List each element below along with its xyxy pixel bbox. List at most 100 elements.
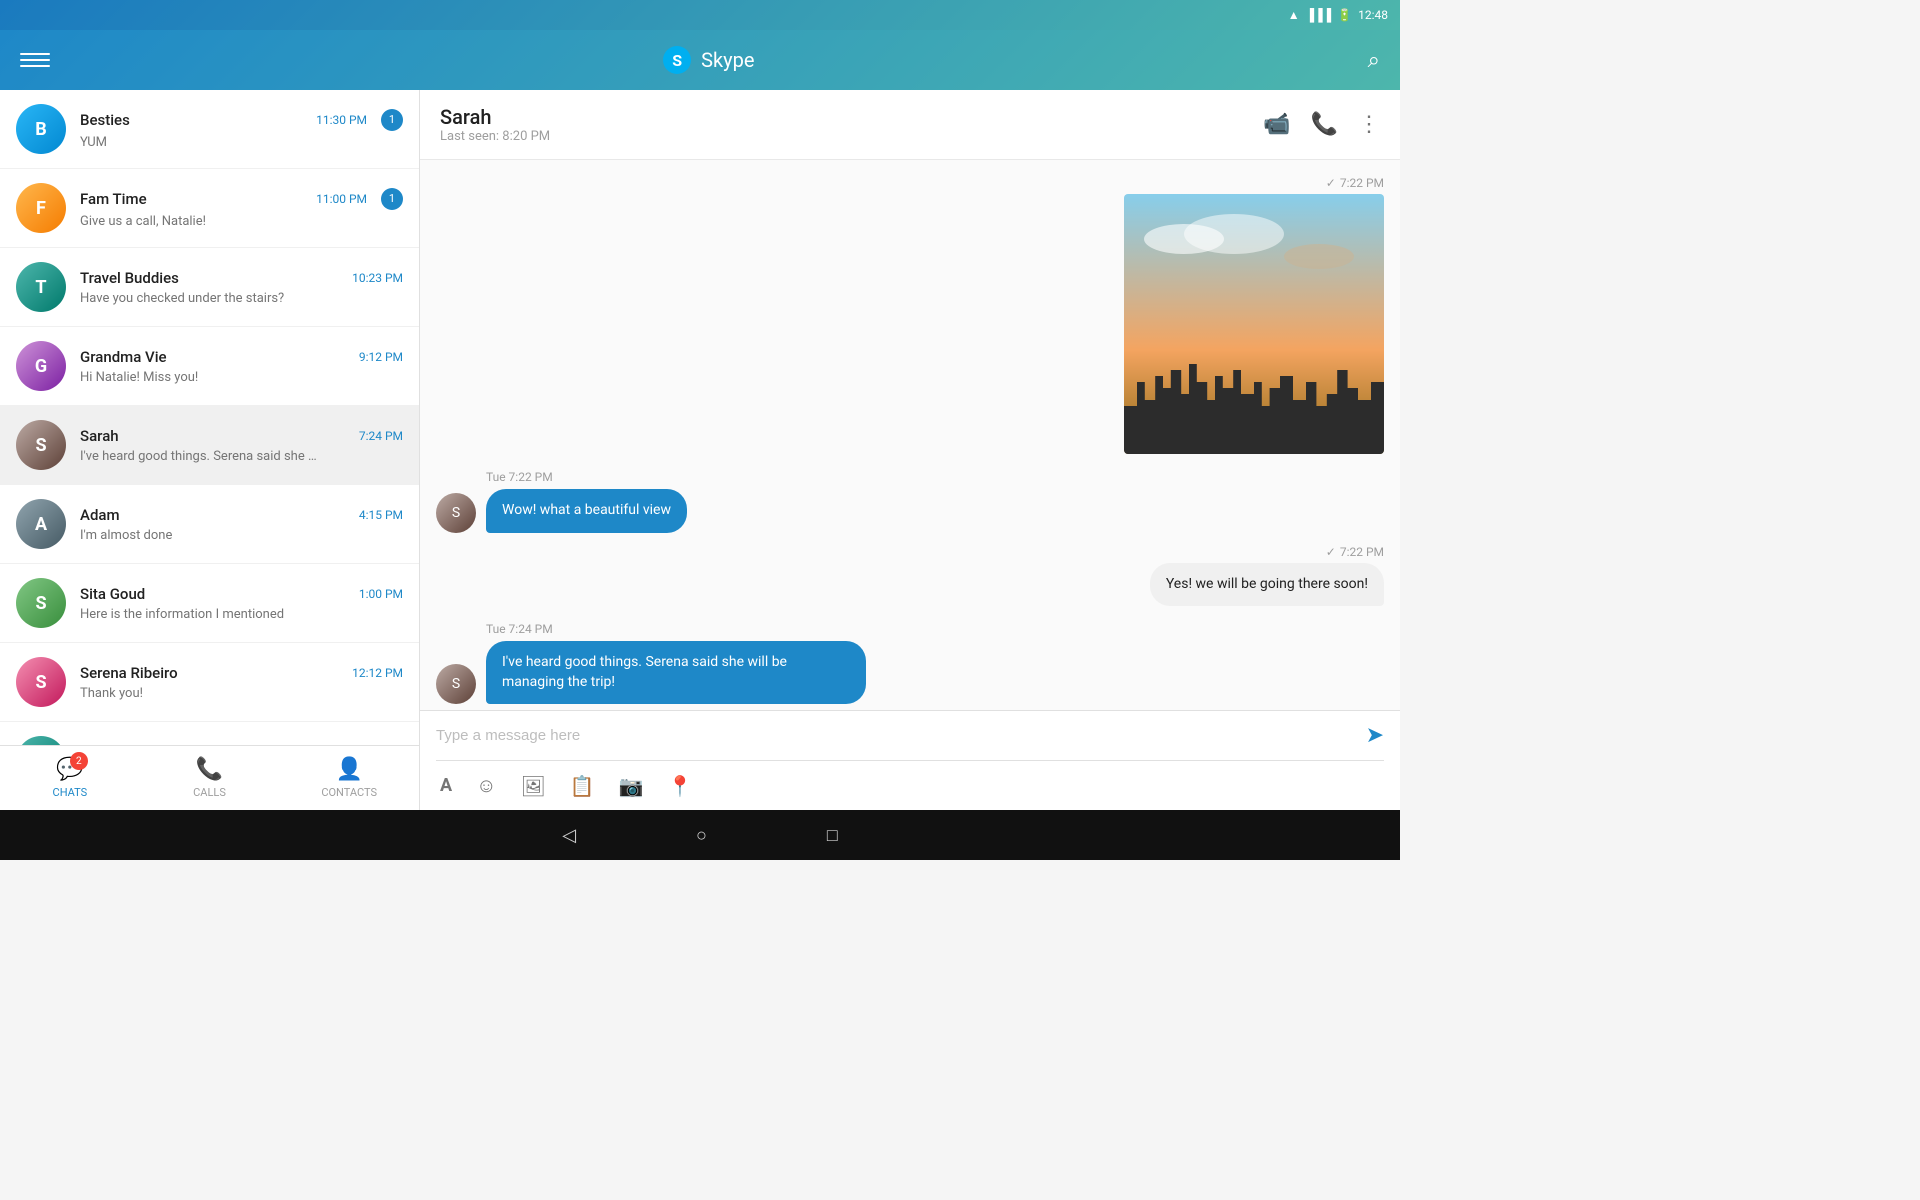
checkmark-icon-2: ✓ — [1326, 545, 1336, 559]
chat-time-fam-time: 11:00 PM — [316, 192, 367, 206]
message-input-area: ➤ A ☺ 🖼 📋 📷 📍 — [420, 710, 1400, 810]
search-button[interactable]: ⌕ — [1368, 48, 1380, 73]
chat-preview-serena-ribeiro: Thank you! — [80, 686, 320, 701]
android-home-button[interactable]: ○ — [696, 825, 707, 846]
chat-info-besties: Besties 11:30 PM 1 YUM — [80, 109, 403, 150]
android-recent-button[interactable]: □ — [827, 825, 838, 846]
chat-header: Sarah Last seen: 8:20 PM 📹 📞 ⋮ — [420, 90, 1400, 160]
more-options-button[interactable]: ⋮ — [1358, 112, 1380, 137]
chat-top-travel-buddies: Travel Buddies 10:23 PM — [80, 269, 403, 287]
time-display: 12:48 — [1358, 8, 1388, 22]
avatar-grandma-vie: G — [16, 341, 66, 391]
chat-name-travel-buddies: Travel Buddies — [80, 269, 179, 287]
contacts-icon: 👤 — [335, 757, 362, 782]
bubble-received-1: Wow! what a beautiful view — [486, 489, 687, 533]
chat-contact-info: Sarah Last seen: 8:20 PM — [440, 105, 550, 144]
camera-button[interactable]: 📷 — [619, 774, 644, 798]
image-message-sent: ✓ 7:22 PM — [436, 176, 1384, 454]
chat-item-grandma-vie[interactable]: G Grandma Vie 9:12 PM Hi Natalie! Miss y… — [0, 327, 419, 406]
msg3-timestamp: Tue 7:24 PM — [486, 622, 553, 636]
message-input-row: ➤ — [436, 723, 1384, 761]
status-icons: ▲ ▐▐▐ 🔋 12:48 — [1288, 8, 1388, 22]
chat-preview-grandma-vie: Hi Natalie! Miss you! — [80, 370, 320, 385]
avatar-fam-time: F — [16, 183, 66, 233]
menu-button[interactable] — [20, 53, 50, 67]
chat-name-sarah: Sarah — [80, 427, 119, 445]
chat-preview-fam-time: Give us a call, Natalie! — [80, 214, 320, 229]
chat-top-serena-ribeiro: Serena Ribeiro 12:12 PM — [80, 664, 403, 682]
location-button[interactable]: 📍 — [668, 774, 693, 798]
chats-label: CHATS — [53, 786, 88, 799]
attach-button[interactable]: 📋 — [570, 774, 595, 798]
battery-icon: 🔋 — [1337, 8, 1352, 22]
chat-item-serena-ribeiro[interactable]: S Serena Ribeiro 12:12 PM Thank you! — [0, 643, 419, 722]
image-timestamp: 7:22 PM — [1340, 176, 1384, 190]
sent-meta-image: ✓ 7:22 PM — [1124, 176, 1384, 190]
emoji-button[interactable]: ☺ — [476, 773, 496, 798]
city-photo[interactable] — [1124, 194, 1384, 454]
chat-info-fam-time: Fam Time 11:00 PM 1 Give us a call, Nata… — [80, 188, 403, 229]
chat-header-actions: 📹 📞 ⋮ — [1263, 112, 1380, 137]
msg2-text: Yes! we will be going there soon! — [1166, 576, 1368, 592]
signal-icon: ▐▐▐ — [1306, 8, 1332, 22]
unread-badge-fam-time: 1 — [381, 188, 403, 210]
chat-top-besties: Besties 11:30 PM 1 — [80, 109, 403, 131]
bubble-received-2: I've heard good things. Serena said she … — [486, 641, 866, 704]
android-back-button[interactable]: ◁ — [562, 825, 576, 846]
chat-info-grandma-vie: Grandma Vie 9:12 PM Hi Natalie! Miss you… — [80, 348, 403, 385]
chat-info-adam: Adam 4:15 PM I'm almost done — [80, 506, 403, 543]
chat-item-sita-goud[interactable]: S Sita Goud 1:00 PM Here is the informat… — [0, 564, 419, 643]
chat-info-sarah: Sarah 7:24 PM I've heard good things. Se… — [80, 427, 403, 464]
last-seen: Last seen: 8:20 PM — [440, 129, 550, 144]
chat-item-adam[interactable]: A Adam 4:15 PM I'm almost done — [0, 485, 419, 564]
msg1-text: Wow! what a beautiful view — [502, 502, 671, 518]
font-button[interactable]: A — [440, 775, 452, 796]
nav-chats[interactable]: 2 💬 CHATS — [0, 746, 140, 810]
sarah-avatar-1: S — [436, 493, 476, 533]
chat-top-sarah: Sarah 7:24 PM — [80, 427, 403, 445]
message-row-received-1: S Wow! what a beautiful view — [436, 489, 1384, 533]
unread-badge-besties: 1 — [381, 109, 403, 131]
nav-calls[interactable]: 📞 CALLS — [140, 746, 280, 810]
avatar-sita-goud: S — [16, 578, 66, 628]
message-group-2: ✓ 7:22 PM Yes! we will be going there so… — [436, 545, 1384, 607]
nav-contacts[interactable]: 👤 CONTACTS — [279, 746, 419, 810]
checkmark-icon: ✓ — [1326, 176, 1336, 190]
image-button[interactable]: 🖼 — [521, 774, 546, 798]
avatar-serena-ribeiro: S — [16, 657, 66, 707]
chat-item-besties[interactable]: B Besties 11:30 PM 1 YUM — [0, 90, 419, 169]
android-nav-bar: ◁ ○ □ — [0, 810, 1400, 860]
voice-call-button[interactable]: 📞 — [1311, 112, 1338, 137]
chat-info-travel-buddies: Travel Buddies 10:23 PM Have you checked… — [80, 269, 403, 306]
message-group-3: Tue 7:24 PM S I've heard good things. Se… — [436, 618, 1384, 704]
calls-label: CALLS — [193, 786, 226, 799]
send-button[interactable]: ➤ — [1366, 723, 1384, 748]
avatar-besties: B — [16, 104, 66, 154]
contact-name: Sarah — [440, 105, 550, 129]
video-call-button[interactable]: 📹 — [1263, 112, 1290, 137]
messages-area: ✓ 7:22 PM Tue 7:22 PM S — [420, 160, 1400, 710]
main-content: B Besties 11:30 PM 1 YUM F Fam Time 11:0… — [0, 90, 1400, 810]
msg1-timestamp: Tue 7:22 PM — [486, 470, 553, 484]
message-row-sent-1: ✓ 7:22 PM Yes! we will be going there so… — [436, 545, 1384, 607]
avatar-sarah: S — [16, 420, 66, 470]
chat-time-sarah: 7:24 PM — [359, 429, 403, 443]
chat-list: B Besties 11:30 PM 1 YUM F Fam Time 11:0… — [0, 90, 419, 745]
chat-item-sarah[interactable]: S Sarah 7:24 PM I've heard good things. … — [0, 406, 419, 485]
avatar-kadji-bell: K — [16, 736, 66, 745]
bottom-nav: 2 💬 CHATS 📞 CALLS 👤 CONTACTS — [0, 745, 419, 810]
chat-time-besties: 11:30 PM — [316, 113, 367, 127]
chat-name-sita-goud: Sita Goud — [80, 585, 145, 603]
chat-time-travel-buddies: 10:23 PM — [352, 271, 403, 285]
message-input[interactable] — [436, 727, 1356, 744]
chat-preview-sarah: I've heard good things. Serena said she … — [80, 449, 320, 464]
chat-item-fam-time[interactable]: F Fam Time 11:00 PM 1 Give us a call, Na… — [0, 169, 419, 248]
chat-item-kadji-bell[interactable]: K Kadji Bell 12:05 PM — [0, 722, 419, 745]
chat-item-travel-buddies[interactable]: T Travel Buddies 10:23 PM Have you check… — [0, 248, 419, 327]
chat-info-sita-goud: Sita Goud 1:00 PM Here is the informatio… — [80, 585, 403, 622]
sarah-avatar-2: S — [436, 664, 476, 704]
chat-top-sita-goud: Sita Goud 1:00 PM — [80, 585, 403, 603]
chat-name-serena-ribeiro: Serena Ribeiro — [80, 664, 178, 682]
chat-preview-besties: YUM — [80, 135, 320, 150]
chat-top-fam-time: Fam Time 11:00 PM 1 — [80, 188, 403, 210]
